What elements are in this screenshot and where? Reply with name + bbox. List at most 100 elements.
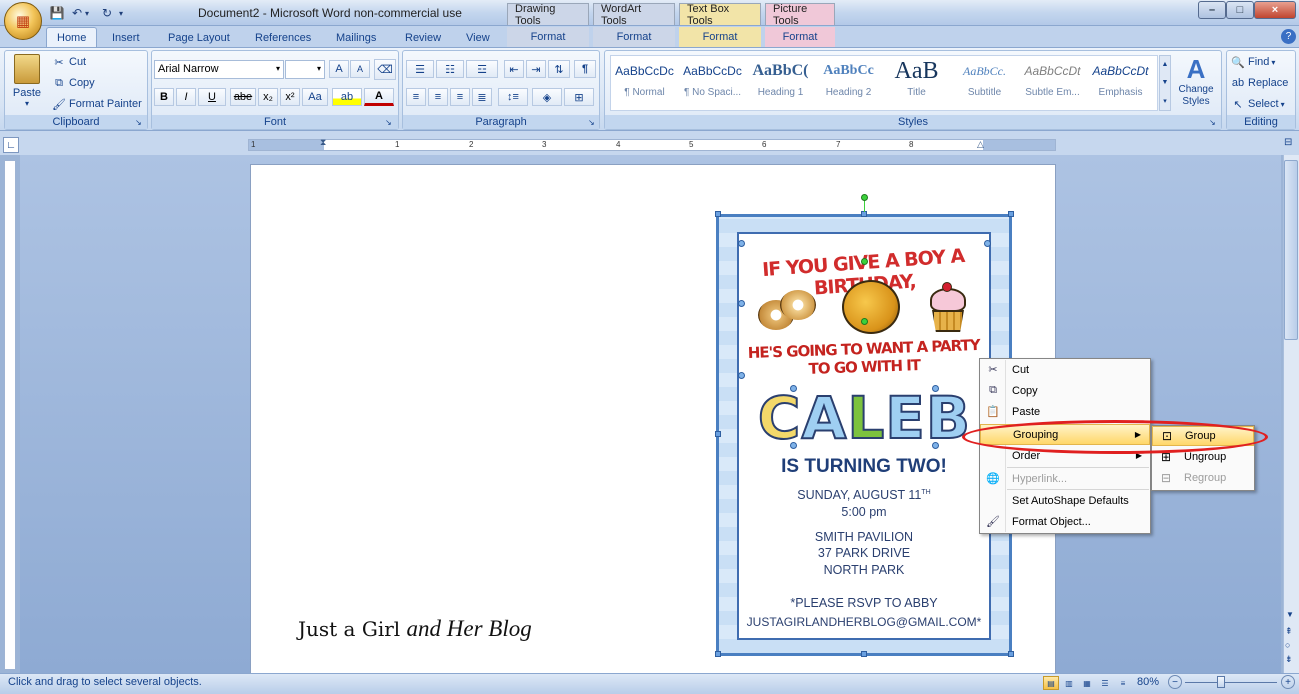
menu-item-set-autoshape-defaults[interactable]: Set AutoShape Defaults [980, 490, 1150, 511]
menu-item-copy[interactable]: ⧉ Copy [980, 380, 1150, 401]
zoom-slider-thumb[interactable] [1216, 676, 1225, 688]
style-no-spacing[interactable]: AaBbCcDc ¶ No Spaci... [679, 55, 746, 109]
bold-button[interactable]: B [154, 88, 174, 106]
styles-gallery-scroll[interactable]: ▲ ▼ ▾ [1159, 55, 1171, 111]
tab-page-layout[interactable]: Page Layout [158, 27, 240, 48]
full-screen-reading-icon[interactable]: ▥ [1061, 676, 1077, 690]
tab-references[interactable]: References [245, 27, 321, 48]
selection-handle[interactable] [790, 385, 797, 392]
view-ruler-icon[interactable]: ⊟ [1284, 137, 1298, 153]
borders-button[interactable]: ⊞ [564, 88, 594, 106]
previous-page-icon[interactable]: ⇞ [1285, 626, 1293, 637]
style-heading-2[interactable]: AaBbCc Heading 2 [815, 55, 882, 109]
selection-handle[interactable] [715, 211, 721, 217]
invitation-turning[interactable]: IS TURNING TWO! [737, 456, 991, 478]
selection-handle[interactable] [715, 651, 721, 657]
dialog-launcher-icon[interactable]: ↘ [385, 118, 392, 127]
selection-handle[interactable] [932, 442, 939, 449]
selection-handle[interactable] [738, 240, 745, 247]
tab-picture-format[interactable]: Format [765, 27, 835, 47]
invitation-name-wordart[interactable]: C A L E B [737, 380, 991, 453]
minimize-button[interactable]: – [1198, 1, 1226, 19]
tab-mailings[interactable]: Mailings [326, 27, 386, 48]
numbering-button[interactable]: ☷ [436, 60, 464, 78]
font-name-box[interactable]: Arial Narrow ▾ [154, 60, 284, 79]
help-icon[interactable]: ? [1281, 29, 1296, 44]
save-icon[interactable]: 💾 [48, 4, 66, 22]
clear-formatting-button[interactable]: ⌫ [374, 59, 396, 80]
web-layout-icon[interactable]: ▦ [1079, 676, 1095, 690]
tab-insert[interactable]: Insert [102, 27, 150, 48]
maximize-button[interactable]: □ [1226, 1, 1254, 19]
zoom-level[interactable]: 80% [1137, 676, 1159, 688]
change-case-button[interactable]: Aa [302, 88, 328, 106]
right-indent-marker-icon[interactable]: △ [977, 139, 984, 150]
tab-home[interactable]: Home [46, 27, 98, 48]
increase-indent-button[interactable]: ⇥ [526, 60, 546, 78]
dialog-launcher-icon[interactable]: ↘ [135, 118, 142, 127]
undo-dropdown-icon[interactable]: ▾ [82, 4, 92, 22]
superscript-button[interactable]: x² [280, 88, 300, 106]
tab-view[interactable]: View [456, 27, 500, 48]
align-left-button[interactable]: ≡ [406, 88, 426, 106]
selection-handle[interactable] [984, 240, 991, 247]
selection-handle[interactable] [738, 300, 745, 307]
tab-selector-icon[interactable]: ∟ [3, 137, 19, 153]
style-normal[interactable]: AaBbCcDc ¶ Normal [611, 55, 678, 109]
bullets-button[interactable]: ☰ [406, 60, 434, 78]
selection-handle[interactable] [715, 431, 721, 437]
zoom-out-icon[interactable]: − [1168, 675, 1182, 689]
cut-button[interactable]: ✂ Cut [52, 55, 86, 69]
dialog-launcher-icon[interactable]: ↘ [1209, 118, 1216, 127]
tab-textbox-format[interactable]: Format [679, 27, 761, 47]
indent-marker-icon[interactable]: ⧗ [320, 137, 326, 148]
strikethrough-button[interactable]: abe [230, 88, 256, 106]
menu-item-format-object[interactable]: 🖌 Format Object... [980, 511, 1150, 532]
redo-icon[interactable]: ↻ [98, 4, 116, 22]
style-heading-1[interactable]: AaBbC(Heading 1 [747, 55, 814, 109]
cookie-clipart-icon[interactable] [842, 280, 900, 334]
shrink-font-button[interactable]: A [350, 60, 370, 78]
draft-view-icon[interactable]: ≡ [1115, 676, 1131, 690]
horizontal-ruler[interactable]: 1 1 2 3 4 5 6 7 8 ⧗ △ [248, 137, 1056, 151]
selection-handle[interactable] [790, 442, 797, 449]
line-spacing-button[interactable]: ↕≡ [498, 88, 528, 106]
cupcake-clipart-icon[interactable] [924, 282, 972, 334]
replace-button[interactable]: ab Replace [1231, 76, 1288, 90]
tab-drawing-format[interactable]: Format [507, 27, 589, 47]
customize-qat-icon[interactable]: ▾ [116, 4, 126, 22]
print-layout-view-icon[interactable]: ▤ [1043, 676, 1059, 690]
outline-view-icon[interactable]: ☰ [1097, 676, 1113, 690]
selection-handle[interactable] [1008, 651, 1014, 657]
selection-handle[interactable] [932, 385, 939, 392]
underline-button[interactable]: U [198, 88, 226, 106]
select-browse-object-icon[interactable]: ○ [1285, 640, 1290, 650]
copy-button[interactable]: ⧉ Copy [52, 76, 95, 90]
selection-handle[interactable] [861, 651, 867, 657]
decrease-indent-button[interactable]: ⇤ [504, 60, 524, 78]
next-page-icon[interactable]: ⇟ [1285, 654, 1293, 665]
office-button[interactable]: ▦ [4, 2, 42, 40]
zoom-in-icon[interactable]: + [1281, 675, 1295, 689]
vertical-ruler[interactable] [4, 160, 16, 670]
zoom-slider-track[interactable] [1185, 682, 1277, 683]
justify-button[interactable]: ≣ [472, 88, 492, 106]
selection-handle[interactable] [1008, 211, 1014, 217]
grow-font-button[interactable]: A [329, 60, 349, 78]
align-right-button[interactable]: ≡ [450, 88, 470, 106]
align-center-button[interactable]: ≡ [428, 88, 448, 106]
sort-button[interactable]: ⇅ [548, 60, 570, 78]
font-size-box[interactable]: ▾ [285, 60, 325, 79]
close-button[interactable]: × [1254, 1, 1296, 19]
style-subtitle[interactable]: AaBbCc. Subtitle [951, 55, 1018, 109]
rotation-handle[interactable] [861, 258, 868, 265]
find-button[interactable]: 🔍 Find ▾ [1231, 55, 1275, 69]
menu-item-paste[interactable]: 📋 Paste [980, 401, 1150, 422]
menu-item-cut[interactable]: ✂ Cut [980, 359, 1150, 380]
rotation-handle[interactable] [861, 194, 868, 201]
italic-button[interactable]: I [176, 88, 196, 106]
format-painter-button[interactable]: 🖌 Format Painter [52, 97, 142, 111]
style-emphasis[interactable]: AaBbCcDt Emphasis [1087, 55, 1154, 109]
change-styles-button[interactable]: A Change Styles [1174, 54, 1218, 112]
style-subtle-emphasis[interactable]: AaBbCcDt Subtle Em... [1019, 55, 1086, 109]
